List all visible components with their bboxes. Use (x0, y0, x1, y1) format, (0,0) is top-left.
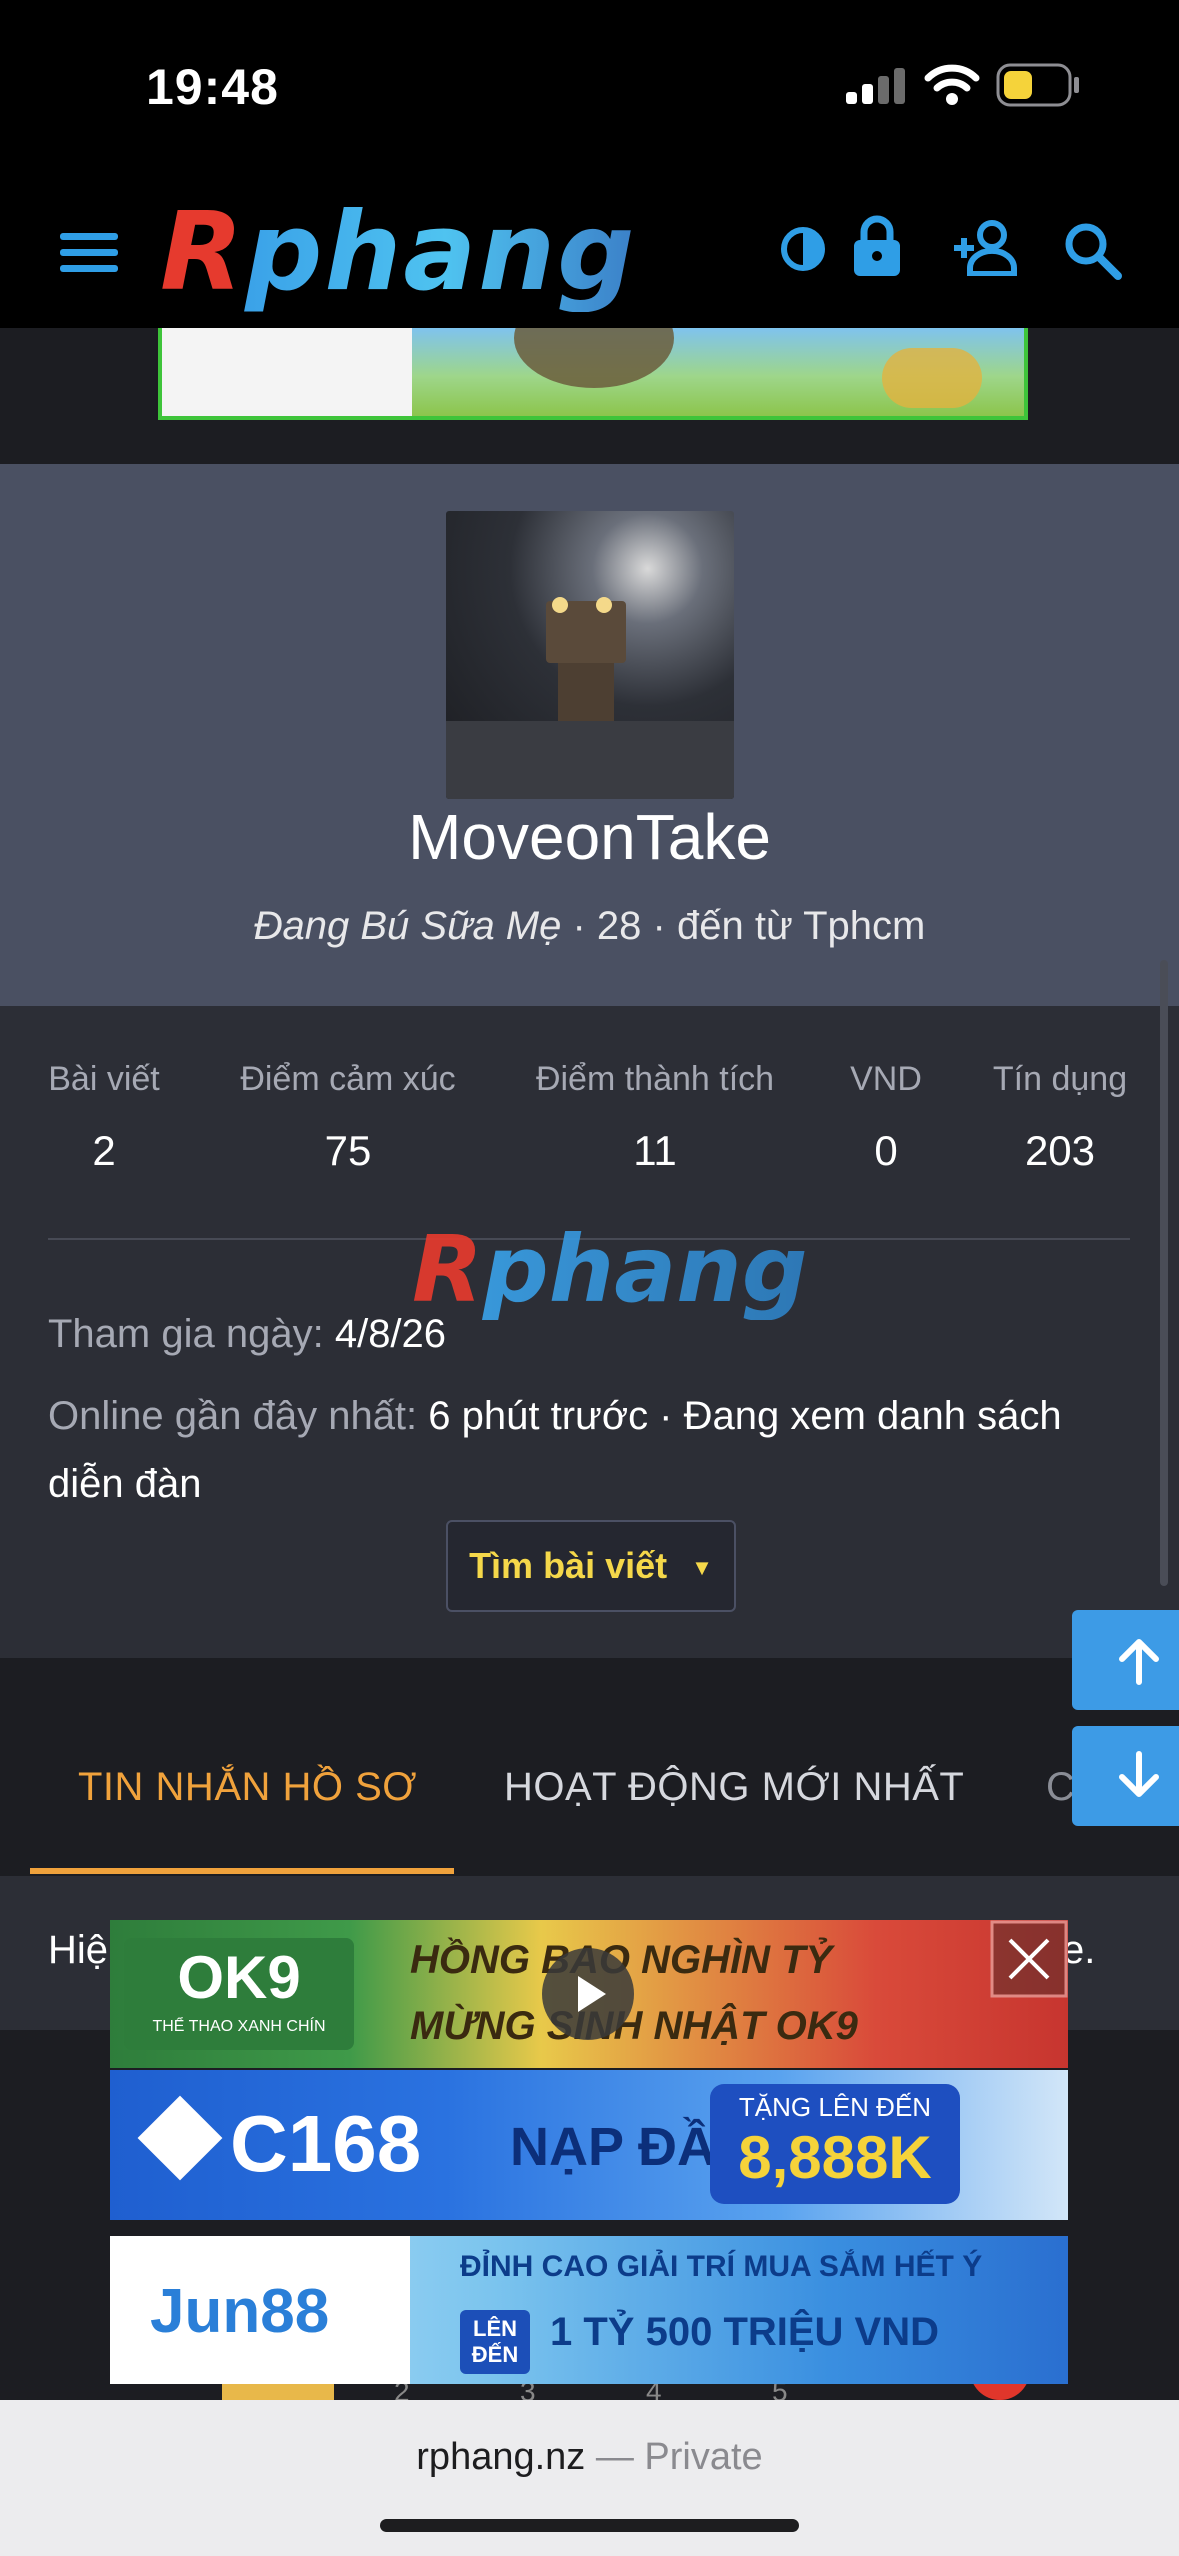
add-user-icon[interactable] (950, 220, 1022, 276)
home-indicator[interactable] (380, 2519, 799, 2532)
diamond-logo-icon (137, 2095, 223, 2181)
find-posts-button[interactable]: Tìm bài viết ▼ (446, 1520, 736, 1612)
caret-down-icon: ▼ (691, 1555, 713, 1581)
stat-reactions[interactable]: Điểm cảm xúc 75 (230, 1060, 466, 1175)
url-domain: rphang.nz (416, 2436, 586, 2478)
content-text-start: Hiệ (48, 1928, 109, 1972)
tab-profile-posts[interactable]: TIN NHẮN HỒ SƠ (78, 1765, 417, 1810)
last-online-info: Online gần đây nhất: 6 phút trước · Đang… (48, 1382, 1130, 1518)
tab-next[interactable]: C (1046, 1765, 1075, 1810)
close-icon[interactable] (990, 1920, 1068, 1998)
stat-value: 0 (874, 1127, 898, 1174)
scroll-bottom-button[interactable] (1072, 1726, 1179, 1826)
find-posts-label: Tìm bài viết (469, 1545, 668, 1586)
user-age-location: · 28 · đến từ Tphcm (572, 904, 926, 948)
scroll-top-button[interactable] (1072, 1610, 1179, 1710)
ok9-brand: OK9 (177, 1944, 301, 2011)
wifi-icon (924, 64, 980, 105)
stat-label: VND (850, 1060, 922, 1098)
user-title: Đang Bú Sữa Mẹ (253, 904, 562, 948)
cellular-signal-icon (846, 66, 906, 104)
browsing-mode: Private (644, 2436, 763, 2478)
joined-label: Tham gia ngày: (48, 1312, 324, 1356)
ok9-tagline: THỂ THAO XANH CHÍN (152, 2018, 326, 2035)
jun88-amount: 1 TỶ 500 TRIỆU VND (550, 2310, 940, 2354)
last-online-label: Online gần đây nhất: (48, 1394, 418, 1438)
ad-banner-ok9[interactable]: OK9 THỂ THAO XANH CHÍN HỒNG BAO NGHÌN TỶ… (110, 1920, 1068, 2068)
stat-trophies[interactable]: Điểm thành tích 11 (530, 1060, 780, 1175)
arrow-down-icon (1119, 1751, 1159, 1797)
joined-info: Tham gia ngày: 4/8/26 (48, 1300, 446, 1368)
play-icon[interactable] (540, 1946, 636, 2042)
jun88-len-den: LÊN ĐẾN (460, 2310, 530, 2374)
lock-icon[interactable] (852, 214, 902, 278)
stat-value: 11 (633, 1127, 677, 1174)
tab-latest-activity[interactable]: HOẠT ĐỘNG MỚI NHẤT (504, 1765, 964, 1810)
stat-label: Điểm cảm xúc (240, 1060, 456, 1098)
c168-brand: C168 (230, 2099, 422, 2188)
jun88-line1: ĐỈNH CAO GIẢI TRÍ MUA SẮM HẾT Ý (460, 2250, 983, 2283)
search-icon[interactable] (1064, 222, 1122, 280)
site-logo[interactable]: Rphang (160, 194, 636, 312)
contrast-icon[interactable] (780, 226, 826, 272)
joined-date: 4/8/26 (334, 1312, 447, 1356)
tab-active-underline (30, 1868, 454, 1874)
stat-value: 2 (92, 1127, 116, 1174)
page-button-active[interactable] (222, 2384, 334, 2400)
top-banner-ad[interactable] (158, 328, 1028, 420)
stat-value: 75 (324, 1127, 372, 1174)
username: MoveonTake (408, 801, 771, 873)
watermark-logo: Rphang (412, 1216, 808, 1323)
stat-value: 203 (1024, 1127, 1096, 1174)
avatar[interactable] (446, 511, 734, 799)
stat-vnd[interactable]: VND 0 (848, 1060, 924, 1175)
menu-icon[interactable] (60, 230, 120, 276)
c168-bonus: 8,888K (738, 2124, 932, 2191)
battery-icon (996, 63, 1079, 107)
url-display[interactable]: rphang.nz — Private (0, 2436, 1179, 2479)
user-meta: Đang Bú Sữa Mẹ · 28 · đến từ Tphcm (0, 904, 1179, 949)
scrollbar[interactable] (1160, 960, 1168, 1586)
arrow-up-icon (1119, 1639, 1159, 1685)
stat-label: Bài viết (48, 1060, 160, 1098)
last-online-value-cont[interactable]: diễn đàn (48, 1462, 201, 1506)
ad-banner-jun88[interactable]: Jun88 ĐỈNH CAO GIẢI TRÍ MUA SẮM HẾT Ý LÊ… (110, 2236, 1068, 2384)
url-separator: — (595, 2436, 634, 2478)
stat-label: Điểm thành tích (535, 1060, 775, 1098)
last-online-value[interactable]: 6 phút trước · Đang xem danh sách (428, 1394, 1061, 1438)
status-time: 19:48 (146, 59, 279, 115)
c168-bonus-label: TẶNG LÊN ĐẾN (738, 2092, 932, 2122)
ad-banner-c168[interactable]: C168 NẠP ĐẦU TẶNG LÊN ĐẾN 8,888K (110, 2070, 1068, 2220)
stat-label: Tín dụng (992, 1060, 1128, 1098)
stat-posts[interactable]: Bài viết 2 (48, 1060, 160, 1175)
stat-credits[interactable]: Tín dụng 203 (990, 1060, 1130, 1175)
jun88-brand: Jun88 (150, 2277, 330, 2346)
